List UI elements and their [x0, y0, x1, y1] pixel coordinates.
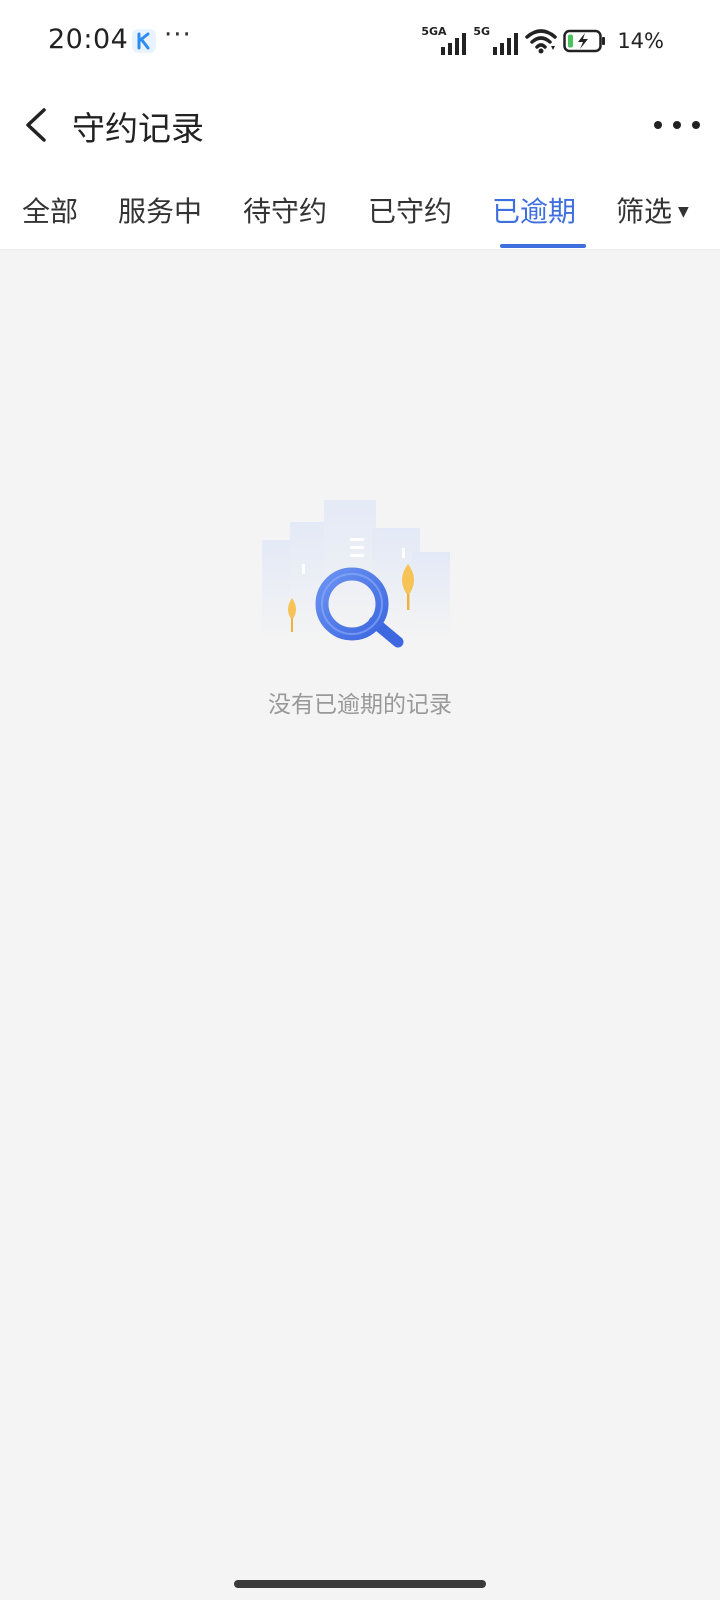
status-time: 20:04: [48, 24, 129, 55]
tab-pending[interactable]: 待守约: [243, 190, 327, 230]
tab-fulfilled[interactable]: 已守约: [368, 190, 452, 230]
active-tab-indicator: [500, 244, 586, 248]
home-indicator[interactable]: [234, 1580, 486, 1588]
signal-5ga-icon: 5GA: [421, 25, 467, 57]
chevron-left-icon[interactable]: [16, 102, 60, 148]
tab-bar: 全部 服务中 待守约 已守约 已逾期 筛选 ▼: [0, 166, 720, 250]
signal-5g-label: 5G: [473, 25, 490, 38]
tab-filter-label: 筛选: [616, 195, 673, 228]
empty-state-text: 没有已逾期的记录: [268, 692, 452, 718]
app-header: 守约记录: [0, 84, 720, 166]
battery-percent: 14%: [617, 29, 664, 53]
more-horizontal-icon[interactable]: [654, 110, 700, 140]
tab-overdue[interactable]: 已逾期: [492, 190, 576, 230]
signal-5g-icon: 5G: [473, 25, 519, 57]
status-bar: 20:04 ··· 5GA 5G 14%: [0, 0, 720, 84]
status-more-dots: ···: [164, 20, 192, 50]
page-title: 守约记录: [72, 109, 204, 148]
k-app-icon: [132, 29, 156, 53]
tab-all[interactable]: 全部: [22, 190, 78, 230]
search-magnifier-illustration: [262, 500, 450, 648]
wifi-icon: [525, 29, 558, 54]
tab-filter[interactable]: 筛选 ▼: [616, 190, 689, 230]
battery-charging-icon: [563, 29, 606, 53]
caret-down-icon: ▼: [678, 204, 689, 220]
status-icons: 5GA 5G 14%: [421, 24, 664, 58]
tab-in-service[interactable]: 服务中: [118, 190, 202, 230]
